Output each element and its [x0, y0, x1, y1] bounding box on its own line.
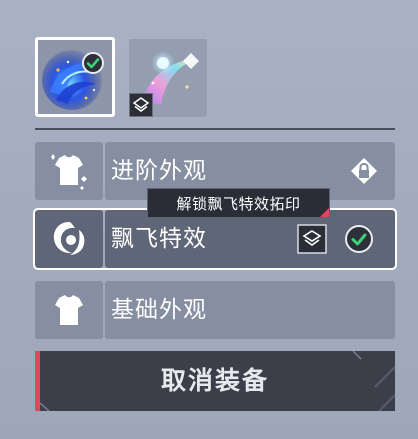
tooltip-accent-corner	[320, 208, 329, 217]
shirt-sparkle-icon	[51, 154, 87, 190]
category-icon-box	[35, 142, 103, 200]
layers-icon	[129, 93, 153, 117]
locked-diamond-icon	[351, 158, 377, 184]
divider	[35, 128, 395, 130]
category-basic-appearance[interactable]: 基础外观	[35, 281, 395, 339]
category-icon-box	[35, 281, 103, 339]
category-label: 基础外观	[111, 297, 207, 323]
unlock-tooltip: 解锁飘飞特效拓印	[147, 188, 330, 218]
tooltip-text: 解锁飘飞特效拓印	[176, 195, 301, 213]
effect-thumbnail-1[interactable]	[35, 37, 115, 117]
unequip-button[interactable]: 取消装备	[35, 351, 395, 411]
shirt-icon	[55, 295, 83, 325]
swirl-icon	[53, 222, 85, 255]
category-icon-box	[35, 210, 103, 268]
blue-flying-effect-icon	[42, 50, 102, 110]
check-circle-icon	[345, 225, 373, 253]
effect-thumbnail-2[interactable]	[128, 38, 208, 118]
unequip-label: 取消装备	[160, 366, 269, 395]
layers-icon[interactable]	[297, 224, 327, 254]
equipped-check-icon	[82, 52, 104, 74]
